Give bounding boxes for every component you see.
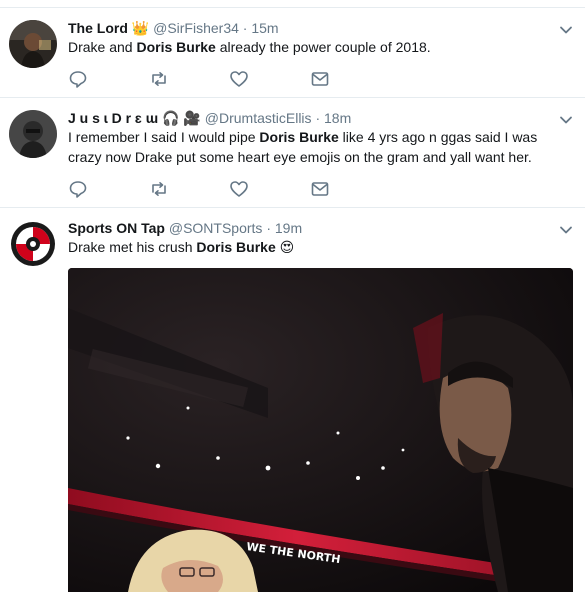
avatar-image xyxy=(9,20,57,68)
name-emoji: 🎧 🎥 xyxy=(162,110,201,126)
tweet-header: Sports ON Tap @SONTSports · 19m xyxy=(68,219,302,237)
avatar[interactable] xyxy=(9,110,57,158)
message-icon[interactable] xyxy=(310,69,330,89)
tweet-text-highlight: Doris Burke xyxy=(259,129,339,145)
separator-dot: · xyxy=(315,110,321,126)
tweet-text-highlight: Doris Burke xyxy=(196,239,276,255)
timestamp[interactable]: 15m xyxy=(251,20,278,36)
timestamp[interactable]: 19m xyxy=(275,220,302,236)
tweet-2[interactable]: J u s ɩ D r ɛ ɯ 🎧 🎥 @DrumtasticEllis · 1… xyxy=(0,98,585,208)
tweet-1[interactable]: The Lord 👑 @SirFisher34 · 15m Drake and … xyxy=(0,8,585,98)
tweet-text-highlight: Doris Burke xyxy=(136,39,216,55)
chevron-down-icon[interactable] xyxy=(559,23,573,37)
retweet-icon[interactable] xyxy=(149,69,169,89)
tweet-text-part: I remember I said I would pipe xyxy=(68,129,260,145)
tweet-text: Drake and Doris Burke already the power … xyxy=(68,37,568,57)
display-name[interactable]: The Lord xyxy=(68,20,128,36)
tweet-header: The Lord 👑 @SirFisher34 · 15m xyxy=(68,19,279,37)
chevron-down-icon[interactable] xyxy=(559,113,573,127)
display-name[interactable]: J u s ɩ D r ɛ ɯ xyxy=(68,110,158,126)
tweet-text: Drake met his crush Doris Burke 😍 xyxy=(68,237,568,257)
previous-tweet-edge xyxy=(0,0,585,8)
name-emoji: 👑 xyxy=(131,20,150,36)
tweet-header: J u s ɩ D r ɛ ɯ 🎧 🎥 @DrumtasticEllis · 1… xyxy=(68,109,351,127)
tweet-text-part: 😍 xyxy=(275,239,295,255)
tweet-text: I remember I said I would pipe Doris Bur… xyxy=(68,127,568,167)
separator-dot: · xyxy=(242,20,248,36)
like-icon[interactable] xyxy=(229,69,249,89)
tweet-media-video[interactable]: WE THE NORTH xyxy=(68,268,573,592)
handle[interactable]: @SirFisher34 xyxy=(153,20,239,36)
handle[interactable]: @SONTSports xyxy=(169,220,263,236)
message-icon[interactable] xyxy=(310,179,330,199)
like-icon[interactable] xyxy=(229,179,249,199)
handle[interactable]: @DrumtasticEllis xyxy=(205,110,312,126)
avatar[interactable] xyxy=(9,20,57,68)
media-scene: WE THE NORTH xyxy=(68,268,573,592)
separator-dot: · xyxy=(266,220,271,236)
chevron-down-icon[interactable] xyxy=(559,223,573,237)
avatar[interactable] xyxy=(9,220,57,268)
reply-icon[interactable] xyxy=(68,69,88,89)
retweet-icon[interactable] xyxy=(149,179,169,199)
tweet-text-part: already the power couple of 2018. xyxy=(215,39,431,55)
tweet-text-part: Drake and xyxy=(68,39,137,55)
reply-icon[interactable] xyxy=(68,179,88,199)
display-name[interactable]: Sports ON Tap xyxy=(68,220,165,236)
tweet-text-part: Drake met his crush xyxy=(68,239,197,255)
avatar-image xyxy=(9,220,57,268)
avatar-image xyxy=(9,110,57,158)
timestamp[interactable]: 18m xyxy=(324,110,351,126)
